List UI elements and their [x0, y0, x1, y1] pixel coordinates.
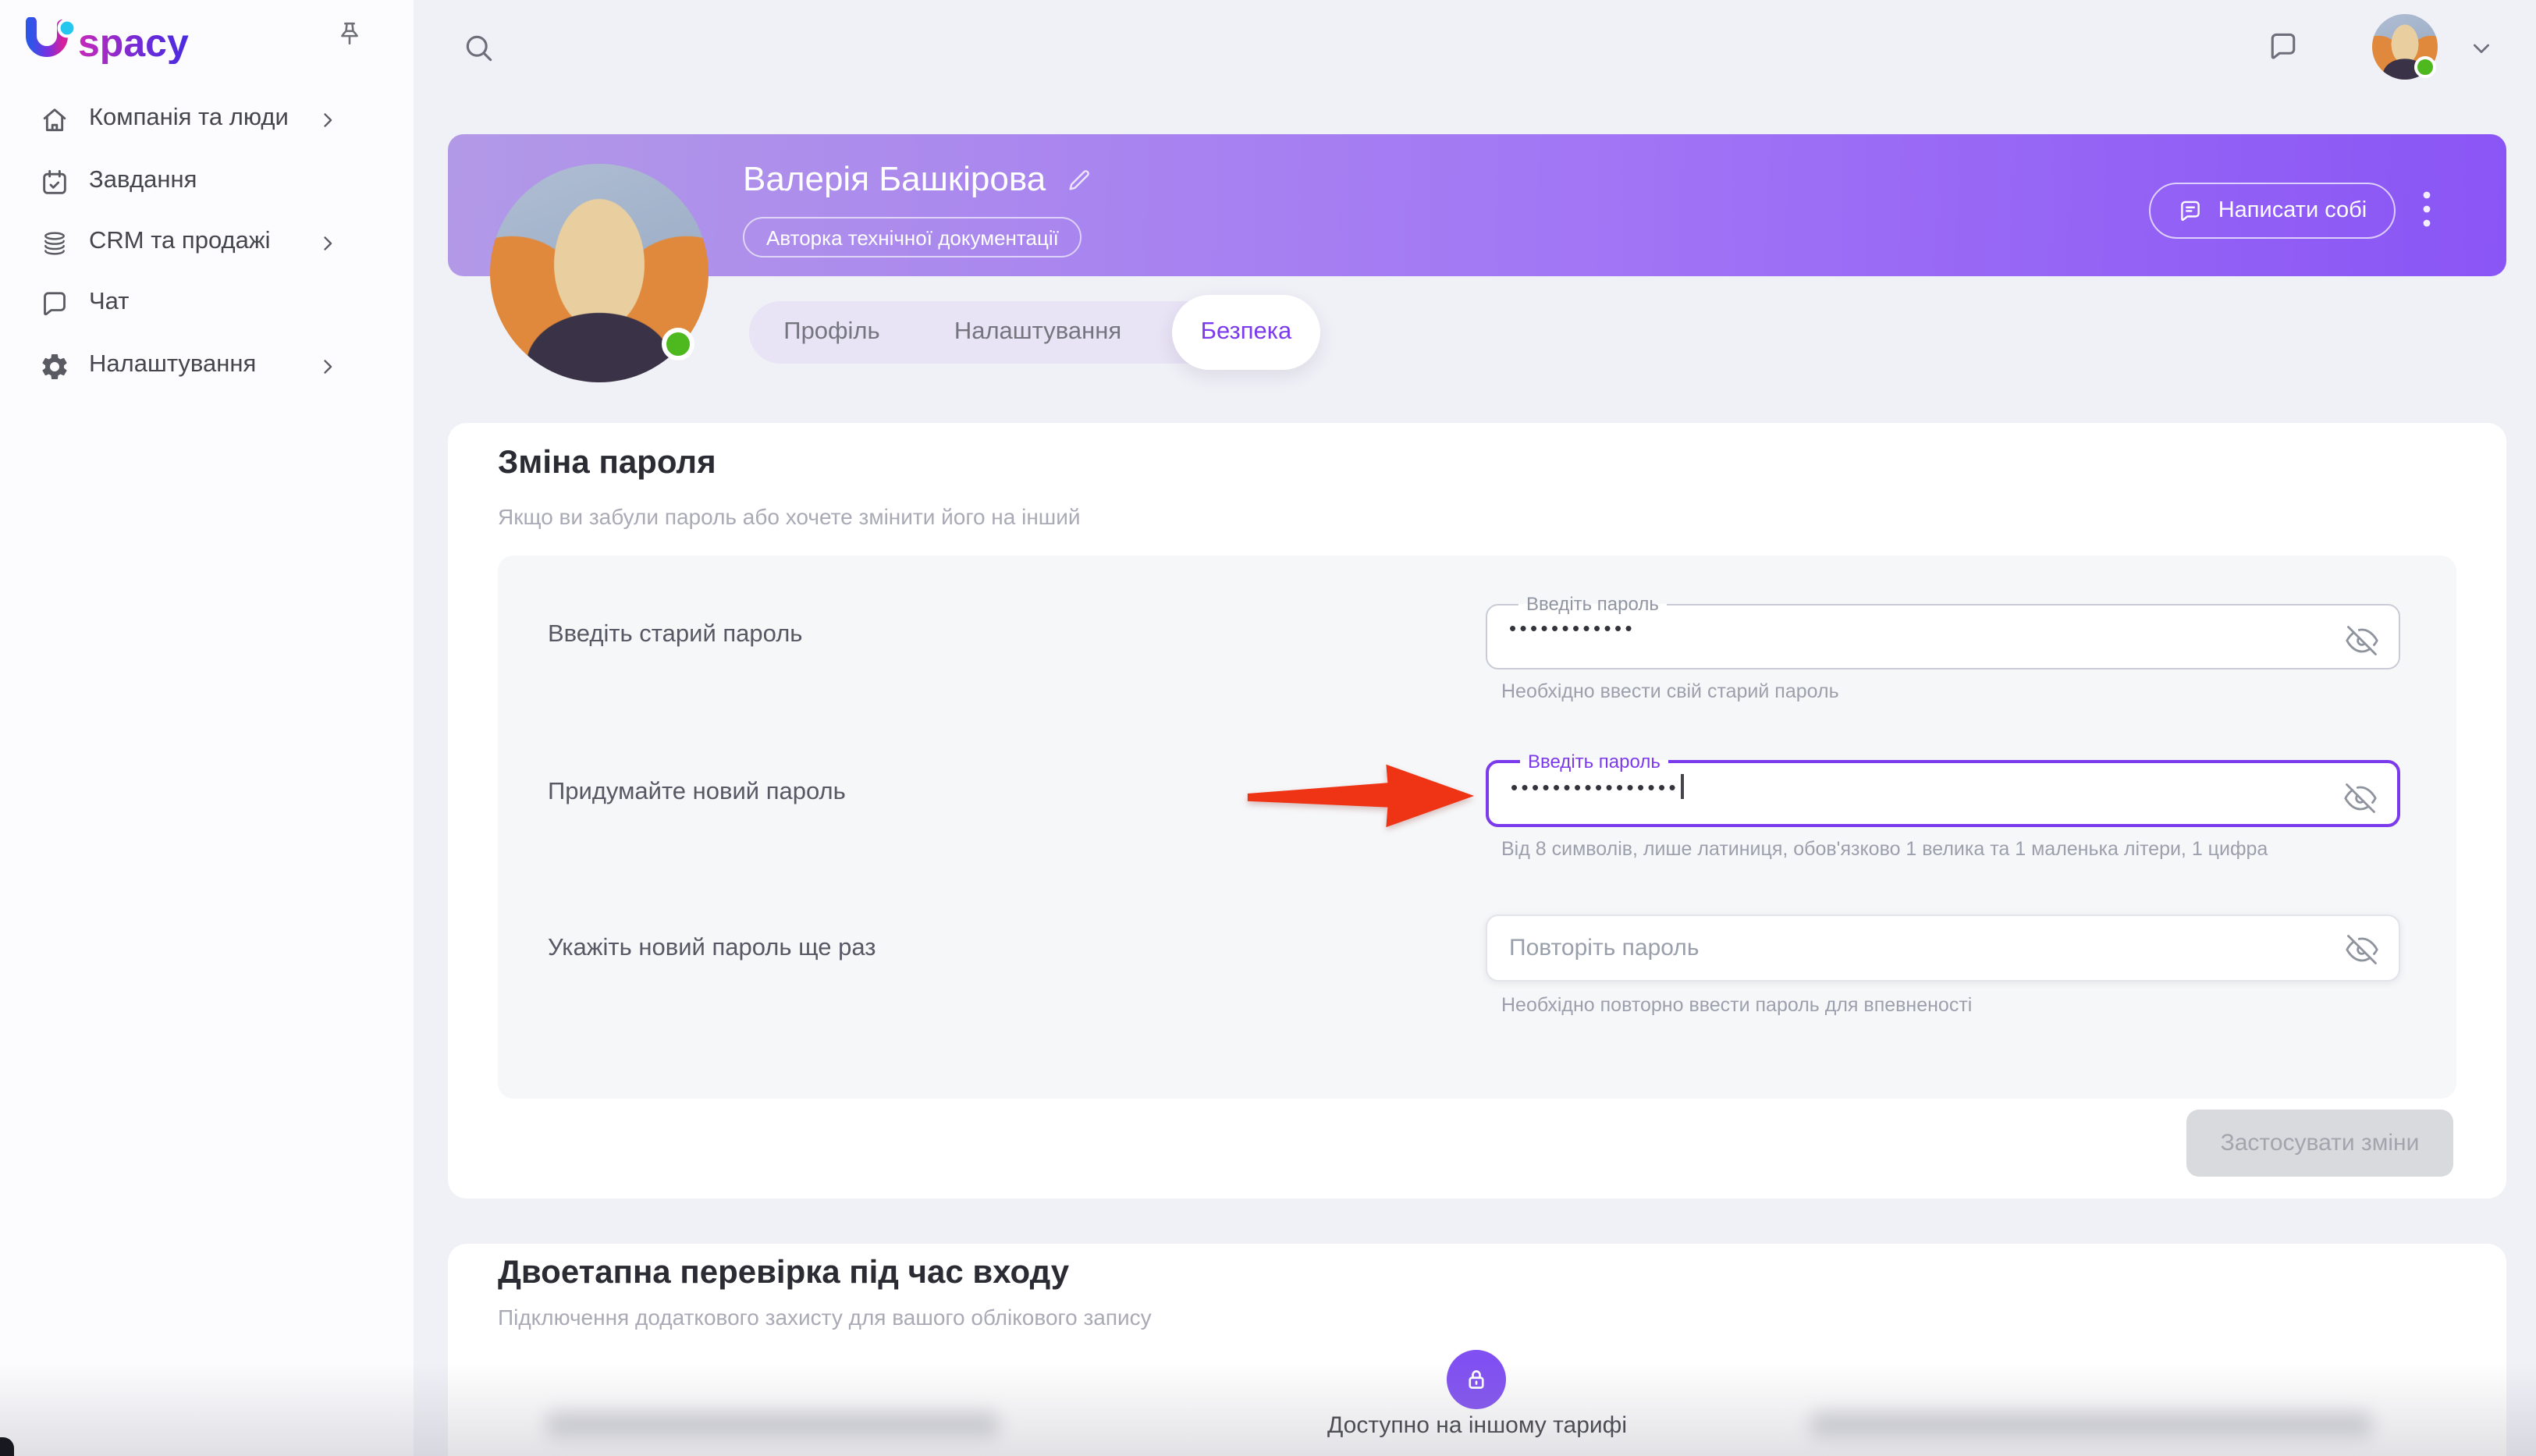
password-form-panel: Введіть старий пароль Введіть пароль •••… — [498, 556, 2456, 1099]
sidebar-item-label: Налаштування — [89, 351, 256, 379]
chevron-down-icon[interactable] — [2469, 36, 2494, 61]
old-password-label: Введіть старий пароль — [548, 621, 802, 649]
gear-icon — [39, 351, 70, 382]
repeat-password-helper: Необхідно повторно ввести пароль для впе… — [1501, 994, 1972, 1016]
uspacy-logo[interactable]: spacy — [25, 17, 212, 64]
online-status-dot — [2414, 56, 2436, 78]
card-title: Зміна пароля — [498, 445, 716, 482]
apply-changes-button[interactable]: Застосувати зміни — [2186, 1110, 2453, 1177]
new-password-value: •••••••••••••••• — [1511, 774, 2375, 799]
new-password-label: Придумайте новий пароль — [548, 779, 846, 807]
chat-icon[interactable] — [2266, 30, 2300, 64]
sidebar-item-label: Чат — [89, 289, 129, 317]
app-window: spacy Компанія та люди Завдання — [0, 0, 2536, 1456]
old-password-field[interactable]: Введіть пароль •••••••••••• — [1486, 596, 2400, 669]
profile-header-banner: Валерія Башкірова Авторка технічної доку… — [448, 134, 2506, 276]
chevron-right-icon — [317, 356, 339, 378]
search-icon[interactable] — [462, 31, 496, 66]
tab-profile[interactable]: Профіль — [769, 301, 894, 364]
layers-icon — [39, 228, 70, 259]
field-floating-label: Введіть пароль — [1520, 754, 1668, 769]
online-status-dot — [662, 328, 694, 360]
old-password-helper: Необхідно ввести свій старий пароль — [1501, 680, 1839, 702]
sidebar-item-label: CRM та продажі — [89, 228, 270, 256]
edit-pencil-icon[interactable] — [1066, 166, 1092, 193]
sidebar-item-label: Завдання — [89, 167, 197, 195]
profile-name-row: Валерія Башкірова — [743, 159, 1092, 200]
lock-icon — [1447, 1350, 1506, 1409]
card-subtitle: Якщо ви забули пароль або хочете змінити… — [498, 504, 1081, 529]
sidebar: spacy Компанія та люди Завдання — [0, 0, 414, 1456]
repeat-password-label: Укажіть новий пароль ще раз — [548, 935, 876, 963]
sidebar-item-label: Компанія та люди — [89, 105, 289, 133]
home-icon — [39, 105, 70, 136]
chat-icon — [39, 289, 70, 320]
chevron-right-icon — [317, 109, 339, 131]
eye-off-icon[interactable] — [2344, 781, 2377, 814]
sidebar-item-tasks[interactable]: Завдання — [0, 151, 414, 214]
eye-off-icon[interactable] — [2346, 624, 2378, 657]
field-floating-label: Введіть пароль — [1518, 596, 1667, 612]
card-subtitle: Підключення додаткового захисту для вашо… — [498, 1305, 1152, 1330]
sidebar-item-company[interactable]: Компанія та люди — [0, 89, 414, 151]
card-title: Двоетапна перевірка під час входу — [498, 1255, 1069, 1292]
chat-lines-icon — [2178, 197, 2204, 224]
tab-settings[interactable]: Налаштування — [944, 301, 1131, 364]
annotation-arrow — [1245, 754, 1476, 833]
kebab-menu-icon[interactable] — [2419, 189, 2435, 229]
new-password-field[interactable]: Введіть пароль •••••••••••••••• — [1486, 754, 2400, 827]
chevron-right-icon — [317, 233, 339, 254]
tariff-availability-note: Доступно на іншому тарифі — [448, 1412, 2506, 1439]
tab-security[interactable]: Безпека — [1172, 301, 1320, 364]
profile-name: Валерія Башкірова — [743, 159, 1046, 200]
text-caret — [1681, 774, 1683, 799]
repeat-password-placeholder: Повторіть пароль — [1509, 935, 1699, 961]
message-self-button[interactable]: Написати собі — [2149, 183, 2396, 239]
password-change-card: Зміна пароля Якщо ви забули пароль або х… — [448, 423, 2506, 1199]
pushpin-icon[interactable] — [336, 20, 364, 48]
calendar-check-icon — [39, 167, 70, 198]
eye-off-icon[interactable] — [2346, 932, 2378, 965]
role-badge: Авторка технічної документації — [743, 217, 1082, 257]
new-password-helper: Від 8 символів, лише латиниця, обов'язко… — [1501, 838, 2268, 860]
sidebar-item-crm[interactable]: CRM та продажі — [0, 212, 414, 275]
sidebar-item-chat[interactable]: Чат — [0, 273, 414, 336]
logo-dot — [59, 20, 76, 37]
message-self-label: Написати собі — [2218, 198, 2367, 223]
old-password-value: •••••••••••• — [1509, 616, 2377, 640]
logo-wordmark: spacy — [78, 21, 189, 64]
sidebar-item-settings[interactable]: Налаштування — [0, 336, 414, 398]
repeat-password-field[interactable]: Повторіть пароль — [1486, 914, 2400, 982]
